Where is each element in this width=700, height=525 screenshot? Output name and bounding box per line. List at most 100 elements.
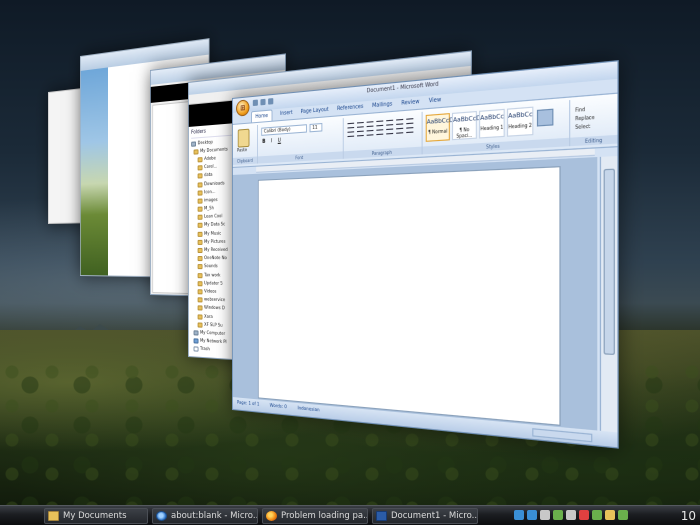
- underline-icon[interactable]: U: [277, 137, 282, 144]
- folder-icon: [197, 280, 203, 287]
- folder-tree-label: XF SLP Su: [204, 322, 223, 329]
- format-buttons: B I U: [261, 137, 282, 145]
- tab-view[interactable]: View: [429, 94, 441, 107]
- paste-icon[interactable]: [237, 128, 250, 148]
- align-left-icon[interactable]: [347, 131, 355, 138]
- style-name: Heading 2: [508, 122, 532, 130]
- tray-icon[interactable]: [553, 510, 563, 520]
- decrease-indent-icon[interactable]: [376, 120, 384, 127]
- style-preview: AaBbCc: [508, 111, 533, 121]
- tray-icon[interactable]: [540, 510, 550, 520]
- vertical-scrollbar[interactable]: [599, 156, 618, 433]
- folder-tree-label: My Data Sc: [204, 222, 226, 229]
- change-styles-icon[interactable]: [536, 108, 554, 127]
- multilevel-icon[interactable]: [366, 121, 374, 128]
- tray-icon[interactable]: [566, 510, 576, 520]
- bullets-icon[interactable]: [347, 122, 355, 129]
- font-name-input[interactable]: Calibri (Body): [261, 124, 307, 136]
- folder-icon: [197, 181, 203, 188]
- scrollbar-thumb[interactable]: [603, 168, 615, 356]
- font-group: Calibri (Body) 11 B I U Font: [257, 118, 344, 164]
- taskbar-button-label: My Documents: [63, 511, 127, 521]
- borders-icon[interactable]: [406, 127, 414, 134]
- folder-icon: [197, 190, 203, 196]
- tray-icon[interactable]: [605, 510, 615, 520]
- taskbar: My Documents about:blank - Micro... Prob…: [0, 505, 700, 525]
- drive-icon: [193, 330, 199, 336]
- taskbar-button-word[interactable]: Document1 - Micro...: [372, 508, 478, 524]
- word-window[interactable]: ⊞ Document1 - Microsoft Word Home Insert P…: [232, 60, 619, 449]
- system-tray: [514, 510, 628, 520]
- folder-tree-label: Desktop: [197, 139, 213, 146]
- undo-icon[interactable]: [260, 98, 266, 106]
- folder-icon: [197, 231, 203, 237]
- font-size-input[interactable]: 11: [309, 122, 323, 133]
- editing-group: Find Replace Select Editing: [570, 96, 618, 147]
- word-count[interactable]: Words: 0: [270, 400, 287, 414]
- taskbar-button-firefox[interactable]: Problem loading pa...: [262, 508, 368, 524]
- folder-icon: [48, 511, 59, 521]
- clipboard-group: Paste Clipboard: [232, 124, 258, 165]
- word-icon: [376, 511, 387, 521]
- tray-icon[interactable]: [592, 510, 602, 520]
- redo-icon[interactable]: [268, 98, 274, 105]
- bold-icon[interactable]: B: [261, 139, 266, 145]
- folder-tree-label: M_Sh: [204, 206, 214, 212]
- style-name: Heading 1: [480, 124, 504, 132]
- editing-group-label: Editing: [570, 134, 618, 147]
- style-preview: AaBbCc: [480, 113, 504, 123]
- folder-icon: [197, 256, 203, 262]
- internet-explorer-icon: [156, 511, 167, 521]
- style-option[interactable]: AaBbCcDc ¶ No Spaci...: [451, 110, 484, 141]
- style-option[interactable]: AaBbCcDc ¶ Normal: [425, 113, 457, 142]
- folder-tree-label: My Pictures: [204, 239, 226, 245]
- taskbar-button-my-documents[interactable]: My Documents: [44, 508, 148, 524]
- folder-icon: [197, 165, 203, 171]
- folder-tree-label: Xara: [204, 314, 213, 320]
- style-option[interactable]: AaBbCc Heading 1: [479, 108, 505, 139]
- editing-select-button[interactable]: Select: [575, 121, 594, 131]
- folder-tree-label: Sounds: [204, 264, 218, 270]
- align-right-icon[interactable]: [366, 129, 374, 136]
- landscape-photo: [80, 67, 108, 278]
- page-count[interactable]: Page: 1 of 1: [237, 397, 259, 411]
- document-area: [232, 157, 598, 431]
- folder-icon: [197, 272, 203, 278]
- increase-indent-icon[interactable]: [386, 119, 394, 126]
- editing-commands: Find Replace Select: [575, 104, 594, 131]
- folder-tree-label: Tax work: [204, 272, 221, 279]
- net-icon: [193, 338, 199, 344]
- tray-icon[interactable]: [579, 510, 589, 520]
- sort-icon[interactable]: [396, 118, 404, 125]
- paste-button[interactable]: Paste: [237, 148, 247, 154]
- styles-group: AaBbCcDc ¶ Normal AaBbCcDc ¶ No Spaci... AaB…: [422, 100, 571, 155]
- folder-icon: [197, 297, 203, 303]
- folder-icon: [197, 305, 203, 311]
- numbering-icon[interactable]: [357, 121, 364, 128]
- style-name: ¶ Normal: [428, 128, 448, 135]
- line-spacing-icon[interactable]: [386, 128, 394, 135]
- tray-icon[interactable]: [514, 510, 524, 520]
- clipboard-group-label: Clipboard: [232, 156, 258, 165]
- show-marks-icon[interactable]: [406, 118, 414, 125]
- tray-icon[interactable]: [527, 510, 537, 520]
- style-option[interactable]: AaBbCc Heading 2: [506, 106, 534, 137]
- taskbar-button-label: Problem loading pa...: [281, 511, 368, 521]
- taskbar-button-internet-explorer[interactable]: about:blank - Micro...: [152, 508, 258, 524]
- save-icon[interactable]: [252, 99, 258, 107]
- folder-icon: [197, 289, 203, 295]
- italic-icon[interactable]: I: [269, 138, 274, 145]
- shading-icon[interactable]: [396, 127, 404, 134]
- language-indicator[interactable]: Indonesian: [297, 403, 319, 418]
- folder-icon: [197, 264, 203, 270]
- justify-icon[interactable]: [376, 129, 384, 136]
- folder-tree-label: Corel...: [204, 164, 218, 171]
- clock[interactable]: 10: [681, 509, 696, 523]
- tray-icon[interactable]: [618, 510, 628, 520]
- folder-tree-label: OneNote No: [204, 256, 227, 262]
- paragraph-buttons: [347, 118, 414, 138]
- folder-tree-label: data: [204, 173, 213, 179]
- align-center-icon[interactable]: [357, 130, 364, 137]
- document-page[interactable]: [257, 166, 561, 426]
- doc-icon: [193, 346, 199, 352]
